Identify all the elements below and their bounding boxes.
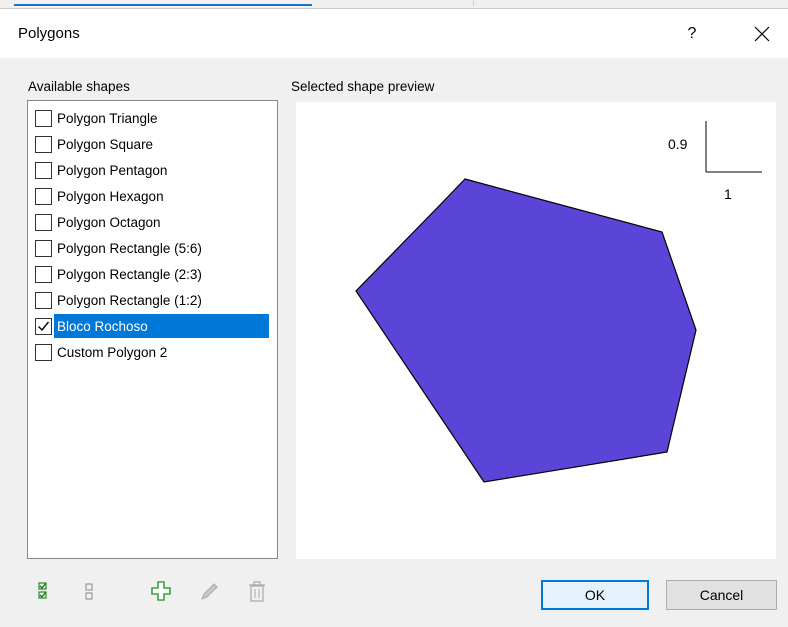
ok-button[interactable]: OK [541,580,649,610]
uncheck-all-icon[interactable] [82,580,104,604]
shape-label: Polygon Square [57,136,154,152]
shape-label: Polygon Hexagon [57,188,164,204]
shape-checkbox[interactable] [35,239,52,257]
help-button[interactable]: ? [672,15,712,53]
shapes-list[interactable]: Polygon Triangle Polygon Square Polygon … [27,100,278,559]
shape-checkbox-checked[interactable] [35,317,52,335]
list-item[interactable]: Polygon Rectangle (5:6) [35,236,269,260]
shape-label: Polygon Octagon [57,214,161,230]
shape-label: Polygon Rectangle (5:6) [57,240,202,256]
background-window-strip [0,0,788,8]
background-tab-accent [14,4,312,6]
preview-svg [355,121,762,483]
add-icon[interactable] [150,580,172,604]
scale-x-label: 1 [724,186,732,202]
edit-icon[interactable] [198,580,220,604]
list-item[interactable]: Polygon Hexagon [35,184,269,208]
shape-label: Bloco Rochoso [57,318,148,334]
close-button[interactable] [740,15,784,53]
shape-label: Polygon Rectangle (1:2) [57,292,202,308]
list-item[interactable]: Custom Polygon 2 [35,340,269,364]
cancel-button-label: Cancel [699,587,744,603]
shape-label: Polygon Pentagon [57,162,168,178]
selected-shape-polygon [355,178,697,483]
window-title: Polygons [18,25,80,42]
shape-checkbox[interactable] [35,161,52,179]
available-shapes-label: Available shapes [28,79,130,94]
background-separator [473,0,474,6]
list-item[interactable]: Polygon Rectangle (1:2) [35,288,269,312]
list-item[interactable]: Polygon Square [35,132,269,156]
close-icon [754,26,770,42]
preview-label: Selected shape preview [291,79,435,94]
scale-y-label: 0.9 [668,136,688,152]
list-item[interactable]: Polygon Rectangle (2:3) [35,262,269,286]
shape-label: Polygon Triangle [57,110,158,126]
shape-checkbox[interactable] [35,187,52,205]
list-item-selected[interactable]: Bloco Rochoso [35,314,269,338]
list-item[interactable]: Polygon Pentagon [35,158,269,182]
list-item[interactable]: Polygon Triangle [35,106,269,130]
shape-checkbox[interactable] [35,343,52,361]
delete-icon[interactable] [246,580,268,604]
shape-checkbox[interactable] [35,213,52,231]
check-all-icon[interactable] [37,580,59,604]
cancel-button[interactable]: Cancel [666,580,777,610]
shape-checkbox[interactable] [35,135,52,153]
shape-preview-canvas: 0.9 1 [296,102,776,559]
title-bar: Polygons ? [0,8,788,58]
shape-checkbox[interactable] [35,265,52,283]
ok-button-label: OK [584,587,606,603]
shape-label: Custom Polygon 2 [57,344,168,360]
help-icon: ? [687,25,697,42]
shape-checkbox[interactable] [35,291,52,309]
shape-label: Polygon Rectangle (2:3) [57,266,202,282]
checkmark-icon [38,321,50,331]
list-item[interactable]: Polygon Octagon [35,210,269,234]
shape-checkbox[interactable] [35,109,52,127]
